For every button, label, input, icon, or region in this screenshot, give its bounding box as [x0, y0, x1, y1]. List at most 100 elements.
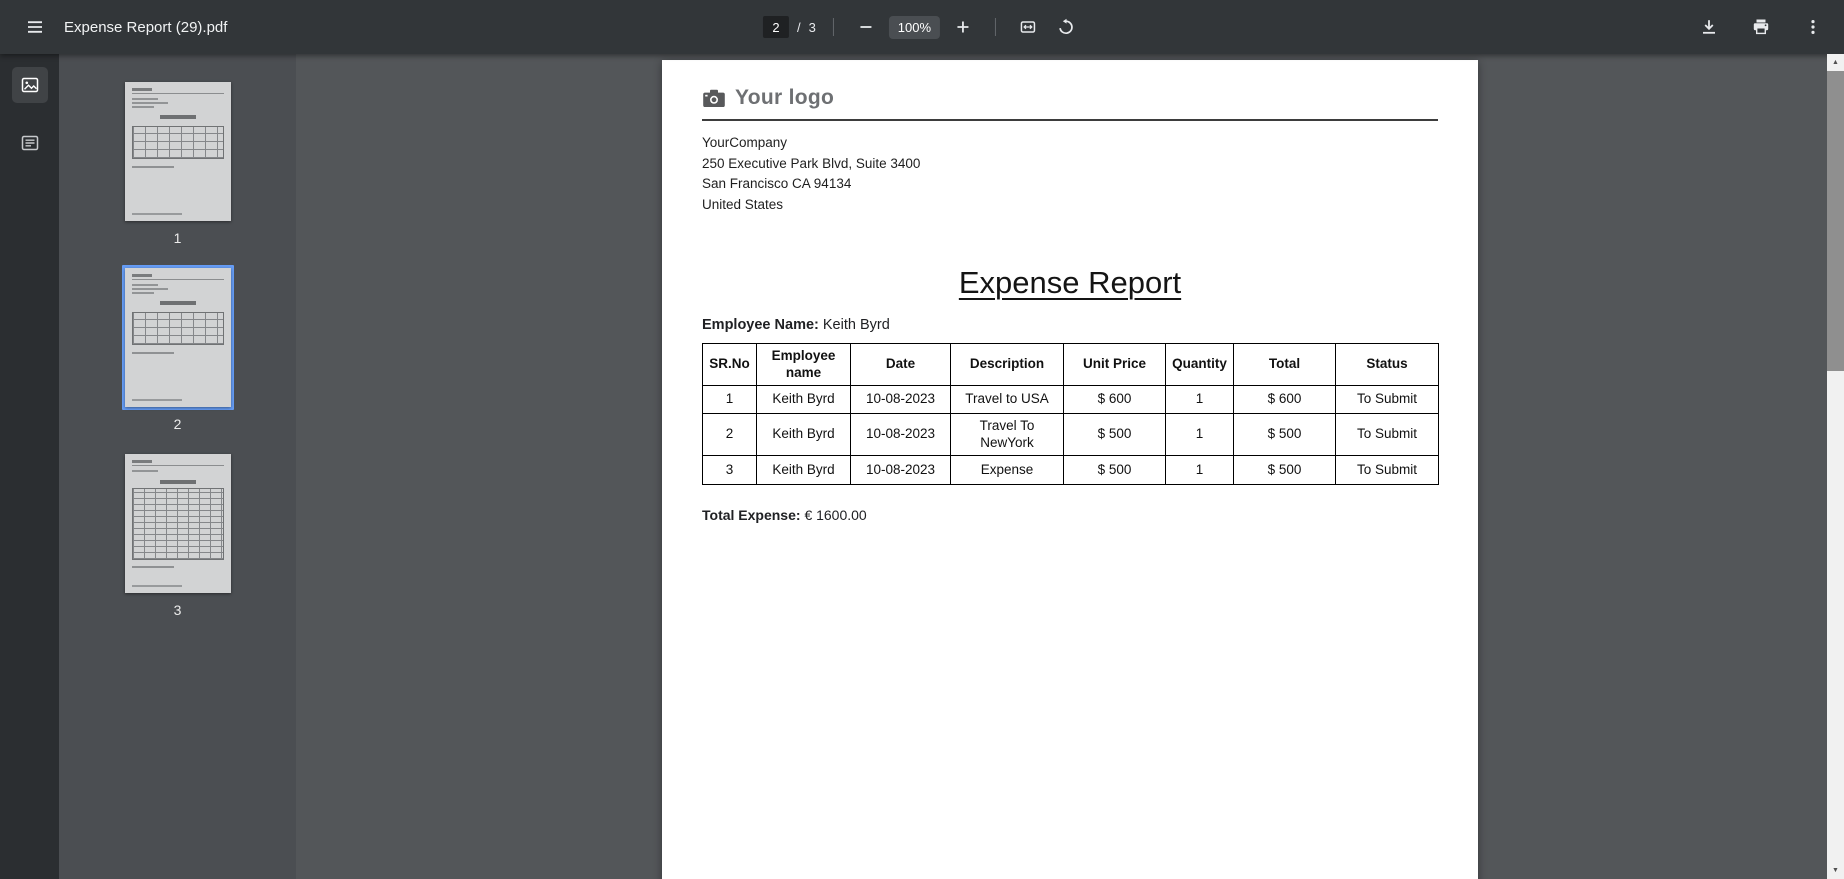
table-cell: $ 500 [1234, 414, 1336, 456]
thumb-decoration [132, 102, 168, 104]
table-row: 2 Keith Byrd 10-08-2023 Travel To NewYor… [703, 414, 1439, 456]
thumb-decoration [160, 301, 196, 305]
document-outline-icon [20, 133, 40, 153]
address-line: United States [702, 195, 1438, 216]
scroll-down-icon: ▼ [1832, 867, 1839, 874]
menu-button[interactable] [20, 12, 50, 42]
thumb-decoration [132, 213, 182, 215]
table-cell: $ 600 [1234, 386, 1336, 414]
table-cell: 1 [1166, 456, 1234, 485]
zoom-in-icon [954, 18, 972, 36]
table-cell: $ 600 [1064, 386, 1166, 414]
toolbar-left: Expense Report (29).pdf [0, 12, 227, 42]
table-cell: 10-08-2023 [851, 386, 951, 414]
zoom-out-icon [857, 18, 875, 36]
thumb-decoration [132, 460, 152, 463]
thumb-decoration [160, 115, 196, 119]
thumb-decoration [132, 465, 224, 466]
column-header: Status [1336, 344, 1439, 386]
thumbnail-panel: 1 2 [59, 54, 296, 879]
thumb-decoration [132, 88, 152, 91]
column-header: Employee name [757, 344, 851, 386]
company-address: YourCompany 250 Executive Park Blvd, Sui… [702, 133, 1438, 215]
thumb-decoration [132, 274, 152, 277]
column-header: Description [951, 344, 1064, 386]
table-cell: Keith Byrd [757, 386, 851, 414]
total-expense-line: Total Expense: € 1600.00 [702, 507, 1438, 523]
table-cell: Travel to USA [951, 386, 1064, 414]
table-row: 3 Keith Byrd 10-08-2023 Expense $ 500 1 … [703, 456, 1439, 485]
scroll-down-button[interactable]: ▼ [1827, 862, 1844, 879]
table-cell: 10-08-2023 [851, 414, 951, 456]
thumb-decoration [132, 399, 182, 401]
thumb-decoration [132, 279, 224, 280]
thumb-decoration [132, 106, 154, 108]
thumbnail-preview [125, 268, 231, 407]
thumb-decoration [132, 93, 224, 94]
thumbnail-frame [122, 265, 234, 410]
address-line: 250 Executive Park Blvd, Suite 3400 [702, 154, 1438, 175]
thumbnails-icon [20, 75, 40, 95]
table-cell: Expense [951, 456, 1064, 485]
toolbar-center: / 3 100% [763, 12, 1081, 42]
table-cell: To Submit [1336, 386, 1439, 414]
toolbar-right [1694, 12, 1828, 42]
thumb-decoration [132, 166, 174, 168]
table-cell: To Submit [1336, 456, 1439, 485]
rotate-button[interactable] [1051, 12, 1081, 42]
page-thumbnail-3[interactable]: 3 [122, 451, 234, 619]
document-title: Expense Report (29).pdf [64, 19, 227, 36]
thumb-decoration [132, 566, 174, 568]
thumb-decoration [132, 98, 158, 100]
table-cell: 1 [703, 386, 757, 414]
report-title: Expense Report [702, 265, 1438, 301]
print-icon [1752, 18, 1770, 36]
table-cell: $ 500 [1064, 414, 1166, 456]
thumbnail-frame [122, 79, 234, 224]
column-header: Unit Price [1064, 344, 1166, 386]
thumbnail-preview [125, 454, 231, 593]
thumb-decoration [132, 352, 174, 354]
camera-icon [702, 89, 726, 108]
fit-page-button[interactable] [1013, 12, 1043, 42]
table-cell: To Submit [1336, 414, 1439, 456]
page-separator: / [797, 20, 801, 35]
table-cell: $ 500 [1234, 456, 1336, 485]
print-button[interactable] [1746, 12, 1776, 42]
menu-icon [26, 18, 44, 36]
table-cell: Keith Byrd [757, 414, 851, 456]
column-header: Date [851, 344, 951, 386]
zoom-out-button[interactable] [851, 12, 881, 42]
table-cell: Keith Byrd [757, 456, 851, 485]
vertical-scrollbar[interactable]: ▲ ▼ [1827, 54, 1844, 879]
zoom-in-button[interactable] [948, 12, 978, 42]
thumbnails-view-button[interactable] [12, 67, 48, 103]
download-button[interactable] [1694, 12, 1724, 42]
rotate-icon [1057, 18, 1075, 36]
document-outline-button[interactable] [12, 125, 48, 161]
scrollbar-thumb[interactable] [1827, 71, 1844, 371]
page-number-input[interactable] [763, 16, 789, 38]
thumb-decoration [132, 126, 224, 159]
scroll-up-icon: ▲ [1832, 59, 1839, 66]
sidebar-rail [0, 54, 59, 879]
employee-name-label: Employee Name: [702, 317, 819, 333]
table-cell: $ 500 [1064, 456, 1166, 485]
table-cell: 3 [703, 456, 757, 485]
table-cell: 1 [1166, 414, 1234, 456]
page-thumbnail-1[interactable]: 1 [122, 79, 234, 247]
thumb-decoration [132, 488, 224, 560]
scroll-up-button[interactable]: ▲ [1827, 54, 1844, 71]
header-rule [702, 119, 1438, 121]
viewer-body: 1 2 [0, 54, 1844, 879]
expense-table: SR.No Employee name Date Description Uni… [702, 343, 1439, 485]
thumbnail-page-number: 1 [174, 230, 182, 247]
toolbar-divider [833, 18, 834, 36]
more-options-button[interactable] [1798, 12, 1828, 42]
total-expense-label: Total Expense: [702, 507, 801, 523]
thumb-decoration [160, 480, 196, 484]
table-cell: 10-08-2023 [851, 456, 951, 485]
thumb-decoration [132, 470, 158, 472]
employee-name-line: Employee Name: Keith Byrd [702, 317, 1438, 333]
page-thumbnail-2[interactable]: 2 [122, 265, 234, 433]
